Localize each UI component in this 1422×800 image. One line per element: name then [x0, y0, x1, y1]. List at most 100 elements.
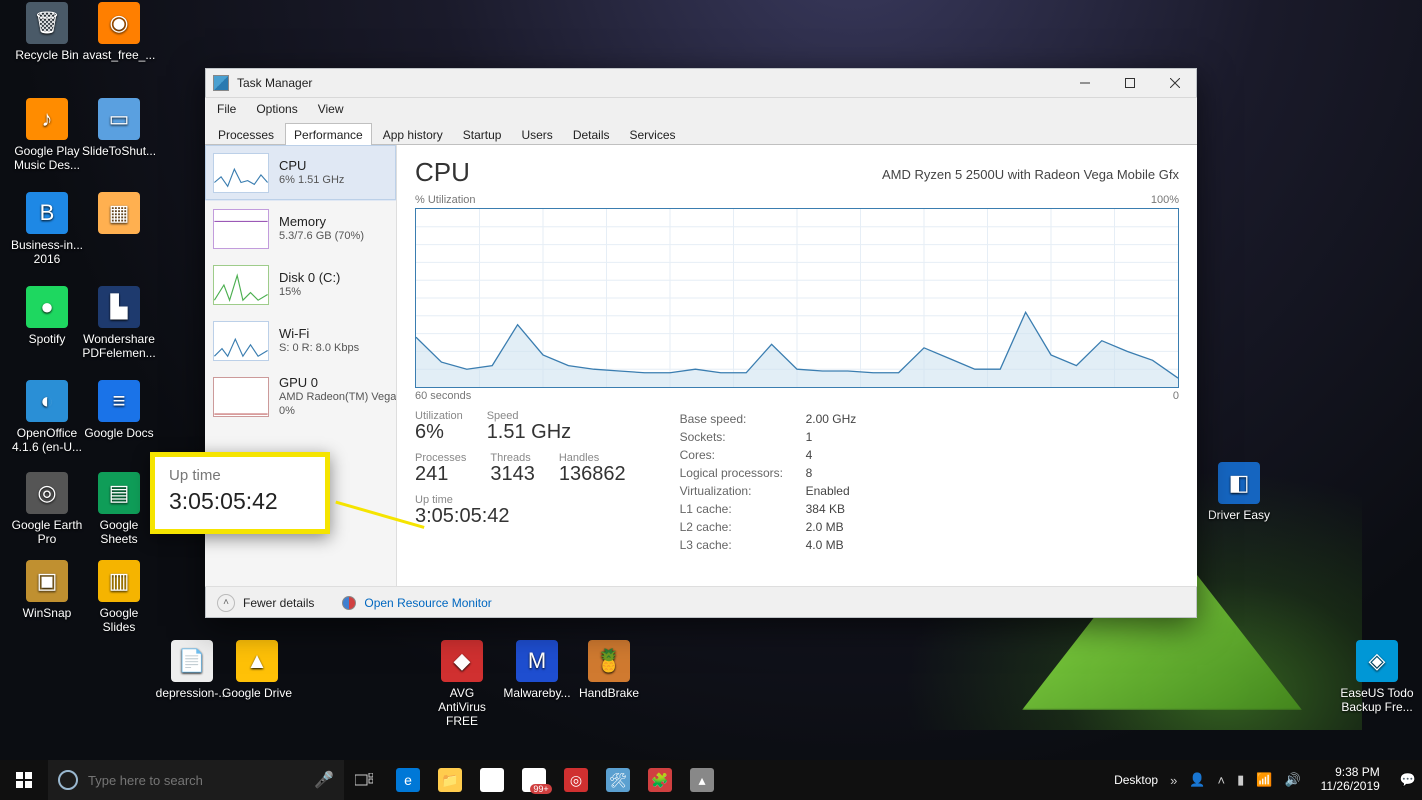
desktop-icon[interactable]: ▦	[82, 192, 156, 238]
titlebar[interactable]: Task Manager	[205, 68, 1197, 98]
desktop-icon[interactable]: ●Spotify	[10, 286, 84, 346]
tab-details[interactable]: Details	[564, 123, 619, 145]
fewer-details-link[interactable]: Fewer details	[243, 596, 314, 610]
taskbar-pin[interactable]: 🛍	[472, 760, 512, 800]
desktop-toolbar-label[interactable]: Desktop	[1114, 773, 1158, 787]
desktop-icon[interactable]: ≡Google Docs	[82, 380, 156, 440]
taskbar-pin[interactable]: 🛠	[598, 760, 638, 800]
desktop-icon[interactable]: ◧Driver Easy	[1202, 462, 1276, 522]
icon-label: Recycle Bin	[10, 48, 84, 62]
desktop-icon[interactable]: ▤Google Sheets	[82, 472, 156, 546]
app-icon: ▥	[98, 560, 140, 602]
app-icon: ▤	[98, 472, 140, 514]
icon-label: Google Drive	[220, 686, 294, 700]
icon-label: Google Docs	[82, 426, 156, 440]
desktop-icon[interactable]: ◐ OpenOffice 4.1.6 (en-U...	[10, 380, 84, 454]
detail-row: Sockets:1	[680, 428, 857, 446]
taskbar-pin[interactable]: 📁	[430, 760, 470, 800]
minimize-button[interactable]	[1062, 68, 1107, 98]
cpu-model-name: AMD Ryzen 5 2500U with Radeon Vega Mobil…	[882, 167, 1179, 182]
desktop-icon[interactable]: 📄depression-...	[155, 640, 229, 700]
mic-icon[interactable]: 🎤	[314, 770, 334, 790]
open-resource-monitor-link[interactable]: Open Resource Monitor	[364, 596, 491, 610]
sidebar-item-wifi[interactable]: Wi-Fi S: 0 R: 8.0 Kbps	[205, 313, 396, 369]
icon-label: Google Slides	[82, 606, 156, 634]
desktop-icon[interactable]: ▭SlideToShut...	[82, 98, 156, 158]
desktop-icon[interactable]: ◉avast_free_...	[82, 2, 156, 62]
detail-key: Cores:	[680, 446, 790, 464]
search-input[interactable]	[88, 773, 304, 788]
tab-app-history[interactable]: App history	[374, 123, 452, 145]
tab-users[interactable]: Users	[512, 123, 561, 145]
task-view-button[interactable]	[344, 760, 384, 800]
detail-row: L2 cache:2.0 MB	[680, 518, 857, 536]
detail-value: 4.0 MB	[806, 536, 844, 554]
desktop-icon[interactable]: ◎Google Earth Pro	[10, 472, 84, 546]
app-icon: ●	[26, 286, 68, 328]
detail-row: L3 cache:4.0 MB	[680, 536, 857, 554]
tab-services[interactable]: Services	[621, 123, 685, 145]
desktop-icon[interactable]: BBusiness-in... 2016	[10, 192, 84, 266]
desktop-icon[interactable]: ▲ Google Drive	[220, 640, 294, 700]
icon-label: SlideToShut...	[82, 144, 156, 158]
window-title: Task Manager	[237, 76, 1062, 90]
menu-file[interactable]: File	[213, 100, 240, 118]
sidebar-item-mem[interactable]: Memory 5.3/7.6 GB (70%)	[205, 201, 396, 257]
tab-performance[interactable]: Performance	[285, 123, 372, 145]
desktop-icon[interactable]: ▙Wondershare PDFelemen...	[82, 286, 156, 360]
app-icon: ▲	[236, 640, 278, 682]
people-icon[interactable]: 👤	[1189, 772, 1205, 788]
menu-options[interactable]: Options	[252, 100, 301, 118]
taskbar-pin[interactable]: ✉99+	[514, 760, 554, 800]
desktop-icon[interactable]: ◆AVG AntiVirus FREE	[425, 640, 499, 728]
desktop-icon[interactable]: ♪Google Play Music Des...	[10, 98, 84, 172]
sidebar-item-gpu[interactable]: GPU 0 AMD Radeon(TM) Vega0%	[205, 369, 396, 425]
app-icon: M	[516, 640, 558, 682]
start-button[interactable]	[0, 760, 48, 800]
desktop-icon[interactable]: ▣WinSnap	[10, 560, 84, 620]
taskbar-pin[interactable]: ▴	[682, 760, 722, 800]
overflow-tray-icon[interactable]: ˄	[1218, 773, 1226, 788]
taskbar-pin[interactable]: ◎	[556, 760, 596, 800]
menu-bar: File Options View	[205, 98, 1197, 120]
icon-label: Business-in... 2016	[10, 238, 84, 266]
app-icon: 📄	[171, 640, 213, 682]
sidebar-item-disk[interactable]: Disk 0 (C:) 15%	[205, 257, 396, 313]
system-tray: Desktop » 👤 ˄ ▮ 📶 🔊 9:38 PM 11/26/2019 💬	[1114, 766, 1422, 794]
taskbar-pin[interactable]: 🧩	[640, 760, 680, 800]
desktop-icon[interactable]: MMalwareby...	[500, 640, 574, 700]
taskbar-search[interactable]: 🎤	[48, 760, 344, 800]
resource-monitor-icon	[342, 596, 356, 610]
battery-icon[interactable]: ▮	[1237, 772, 1244, 788]
taskbar-pinned-apps: e📁🛍✉99+◎🛠🧩▴	[388, 760, 722, 800]
app-icon: ◐	[26, 380, 68, 422]
action-center-icon[interactable]: 💬	[1400, 772, 1416, 788]
taskbar-clock[interactable]: 9:38 PM 11/26/2019	[1313, 766, 1388, 794]
cpu-utilization-chart[interactable]	[415, 208, 1179, 388]
desktop-icon[interactable]: 🍍HandBrake	[572, 640, 646, 700]
menu-view[interactable]: View	[314, 100, 348, 118]
icon-label: OpenOffice 4.1.6 (en-U...	[10, 426, 84, 454]
performance-main: CPU AMD Ryzen 5 2500U with Radeon Vega M…	[397, 145, 1197, 586]
taskbar-pin[interactable]: e	[388, 760, 428, 800]
detail-key: Virtualization:	[680, 482, 790, 500]
icon-label: EaseUS Todo Backup Fre...	[1340, 686, 1414, 714]
desktop-icon[interactable]: ◈EaseUS Todo Backup Fre...	[1340, 640, 1414, 714]
sidebar-item-cpu[interactable]: CPU 6% 1.51 GHz	[205, 145, 396, 201]
icon-label: avast_free_...	[82, 48, 156, 62]
uptime-value: 3:05:05:42	[415, 505, 510, 528]
close-button[interactable]	[1152, 68, 1197, 98]
detail-value: 384 KB	[806, 500, 845, 518]
tab-startup[interactable]: Startup	[454, 123, 511, 145]
maximize-button[interactable]	[1107, 68, 1152, 98]
detail-row: Logical processors:8	[680, 464, 857, 482]
wifi-icon[interactable]: 📶	[1256, 772, 1272, 788]
volume-icon[interactable]: 🔊	[1284, 772, 1300, 788]
app-icon: ♪	[26, 98, 68, 140]
chevron-expand-icon[interactable]: »	[1170, 773, 1177, 788]
tab-processes[interactable]: Processes	[209, 123, 283, 145]
sidebar-item-sub: 6% 1.51 GHz	[279, 174, 344, 188]
desktop-icon[interactable]: 🗑Recycle Bin	[10, 2, 84, 62]
chevron-up-icon[interactable]: ˄	[217, 594, 235, 612]
desktop-icon[interactable]: ▥ Google Slides	[82, 560, 156, 634]
